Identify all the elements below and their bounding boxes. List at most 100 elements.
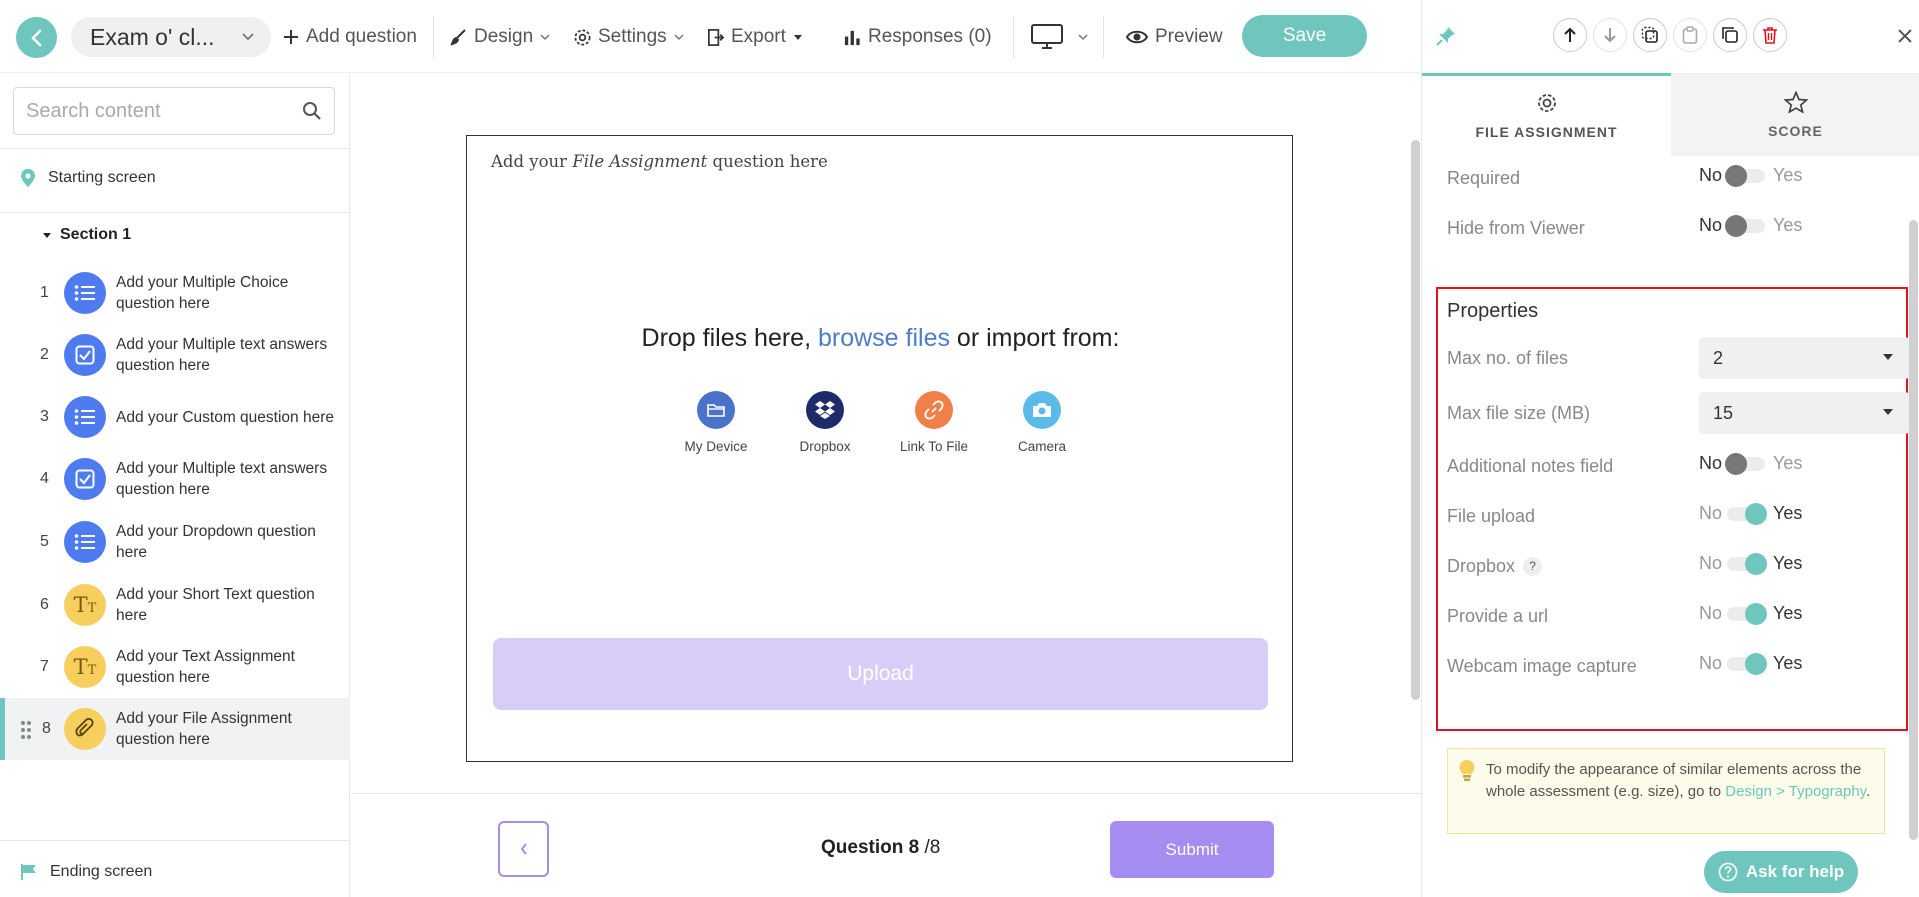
toggle-yes-label: Yes [1773,553,1803,573]
toggle-no-label: No [1699,165,1723,185]
question-item[interactable]: 5 Add your Dropdown question here [0,511,350,573]
responses-label: Responses (0) [868,26,992,47]
tip-end: . [1866,783,1871,800]
help-icon[interactable]: ? [1523,556,1543,576]
webcam-row: Webcam image capture No Yes [1447,651,1887,681]
required-toggle[interactable]: No Yes [1699,164,1803,187]
submit-button[interactable]: Submit [1110,821,1274,878]
toggle-no-label: No [1699,503,1723,523]
max-size-row: Max file size (MB) 15 [1447,392,1909,434]
toggle-no-label: No [1699,653,1723,673]
preview-button[interactable]: Preview [1125,22,1223,52]
export-menu[interactable]: Export [706,22,804,52]
question-title-prefix: Add your [491,152,573,171]
question-item[interactable]: 3 Add your Custom question here [0,386,350,448]
question-item[interactable]: 6 TT Add your Short Text question here [0,574,350,636]
divider [0,840,350,841]
question-label: Add your Text Assignment question here [116,648,295,686]
toggle-no-label: No [1699,553,1723,573]
checkbox-icon [64,458,106,500]
question-label: Add your Multiple text answers question … [116,336,328,374]
location-pin-icon [21,169,35,187]
design-menu[interactable]: Design [450,22,551,52]
responses-button[interactable]: Responses (0) [843,22,992,52]
question-title-type: File Assignment [572,152,708,171]
add-question-button[interactable]: Add question [282,22,417,52]
hide-from-viewer-label: Hide from Viewer [1447,217,1585,238]
max-files-value: 2 [1713,347,1724,368]
upload-button[interactable]: Upload [493,638,1268,710]
pin-icon[interactable] [1436,26,1456,46]
duplicate-button[interactable] [1713,18,1747,52]
question-item[interactable]: 1 Add your Multiple Choice question here [0,262,350,324]
source-camera[interactable]: Camera [992,391,1092,454]
save-button[interactable]: Save [1242,15,1367,57]
source-dropbox[interactable]: Dropbox [775,391,875,454]
properties-title: Properties [1447,300,1539,322]
max-files-select[interactable]: 2 [1699,337,1909,379]
starting-screen-item[interactable]: Starting screen [20,168,156,188]
previous-question-button[interactable] [498,821,549,877]
design-typography-link[interactable]: Design > Typography [1725,783,1866,800]
browse-files-link[interactable]: browse files [818,324,950,352]
export-label: Export [731,26,786,47]
file-upload-row: File upload No Yes [1447,501,1887,531]
tab-score[interactable]: SCORE [1671,73,1919,156]
question-label: Add your Custom question here [116,408,334,426]
back-button[interactable] [16,17,57,58]
question-item[interactable]: 2 Add your Multiple text answers questio… [0,324,350,386]
move-down-button[interactable] [1593,18,1627,52]
additional-notes-toggle[interactable]: No Yes [1699,452,1802,475]
question-counter-total: /8 [924,837,941,858]
panel-scrollbar[interactable] [1909,220,1918,840]
move-up-button[interactable] [1553,18,1587,52]
toggle-no-label: No [1699,453,1723,473]
source-my-device[interactable]: My Device [666,391,766,454]
toolbar-divider [1103,16,1104,58]
question-label: Add your File Assignment question here [116,710,292,748]
top-toolbar: Exam o' cl... Add question Design Settin… [0,0,1421,73]
panel-toolbar [1422,0,1919,73]
question-item[interactable]: 4 Add your Multiple text answers questio… [0,448,350,510]
section-1-header[interactable]: Section 1 [42,226,131,244]
question-navigation-bar: Question 8 /8 Submit [351,793,1421,897]
max-size-select[interactable]: 15 [1699,392,1909,434]
question-counter-current: Question 8 [821,837,920,858]
paste-button[interactable] [1673,18,1707,52]
webcam-toggle[interactable]: No Yes [1699,652,1802,675]
ask-for-help-button[interactable]: Ask for help [1704,851,1858,893]
question-title[interactable]: Add your File Assignment question here [491,152,828,171]
copy-to-button[interactable] [1633,18,1667,52]
source-link-to-file[interactable]: Link To File [884,391,984,454]
tab-file-label: FILE ASSIGNMENT [1475,124,1618,140]
question-item[interactable]: 7 TT Add your Text Assignment question h… [0,636,350,698]
provide-url-toggle[interactable]: No Yes [1699,602,1802,625]
canvas-scrollbar[interactable] [1411,140,1420,700]
webcam-label: Webcam image capture [1447,655,1637,676]
max-size-label: Max file size (MB) [1447,402,1591,423]
search-input[interactable]: Search content [13,87,335,135]
toggle-yes-label: Yes [1773,165,1803,185]
assessment-title-dropdown[interactable]: Exam o' cl... [71,17,271,57]
hide-from-viewer-toggle[interactable]: No Yes [1699,214,1802,237]
ending-screen-item[interactable]: Ending screen [20,863,152,881]
preview-label: Preview [1155,26,1223,47]
copy-dashed-icon [1641,26,1658,43]
dropbox-toggle[interactable]: No Yes [1699,552,1803,575]
panel-tabs: FILE ASSIGNMENT SCORE [1422,73,1919,156]
starting-screen-label: Starting screen [48,169,156,186]
properties-panel: FILE ASSIGNMENT SCORE Required No Yes Hi… [1421,0,1919,897]
search-placeholder: Search content [26,99,161,122]
dropbox-icon [806,391,844,429]
delete-button[interactable] [1753,18,1787,52]
plus-icon [284,30,298,44]
file-upload-toggle[interactable]: No Yes [1699,502,1802,525]
close-icon[interactable] [1898,29,1912,43]
tab-file-assignment[interactable]: FILE ASSIGNMENT [1422,73,1671,156]
question-item-active[interactable]: 8 Add your File Assignment question here [0,698,350,760]
chevron-left-icon [520,843,527,855]
settings-menu[interactable]: Settings [573,22,685,52]
eye-icon [1125,30,1149,44]
device-preview-select[interactable] [1031,22,1089,52]
chevron-down-icon [242,33,254,41]
